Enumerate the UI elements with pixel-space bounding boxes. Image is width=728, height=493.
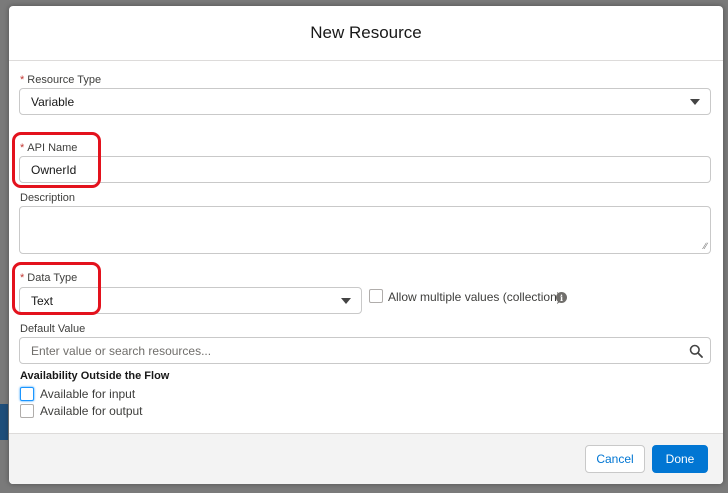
data-type-select[interactable]: Text — [19, 287, 362, 314]
info-icon[interactable]: i — [556, 292, 567, 303]
new-resource-modal: New Resource * Resource Type Variable * AP… — [9, 6, 723, 484]
modal-footer: Cancel Done — [9, 433, 723, 484]
default-value-search-input[interactable]: Enter value or search resources... — [19, 337, 711, 364]
modal-header: New Resource — [9, 6, 723, 61]
api-name-value: OwnerId — [31, 162, 77, 177]
chevron-down-icon — [341, 298, 351, 304]
data-type-label: * Data Type — [20, 272, 77, 284]
available-for-output-checkbox[interactable] — [20, 404, 34, 418]
default-value-label-text: Default Value — [20, 323, 86, 335]
resource-type-label-text: Resource Type — [27, 74, 102, 86]
data-type-value: Text — [31, 293, 54, 308]
resource-type-label: * Resource Type — [20, 74, 101, 86]
availability-section-title: Availability Outside the Flow — [20, 370, 170, 382]
data-type-label-text: Data Type — [27, 272, 78, 284]
allow-multiple-checkbox[interactable] — [369, 289, 383, 303]
resize-handle-icon[interactable]: ∕∕ — [704, 242, 707, 251]
allow-multiple-label: Allow multiple values (collection) — [388, 290, 561, 304]
available-for-input-label: Available for input — [40, 387, 136, 401]
available-for-input-checkbox[interactable] — [20, 387, 34, 401]
required-marker: * — [20, 142, 25, 154]
description-label-text: Description — [20, 192, 76, 204]
default-value-label: Default Value — [20, 323, 85, 335]
resource-type-select[interactable]: Variable — [19, 88, 711, 115]
modal-title: New Resource — [310, 23, 422, 42]
available-for-output-label: Available for output — [40, 404, 143, 418]
api-name-input[interactable]: OwnerId — [19, 156, 711, 183]
cancel-button[interactable]: Cancel — [585, 445, 645, 473]
default-value-placeholder: Enter value or search resources... — [31, 343, 212, 358]
required-marker: * — [20, 272, 25, 284]
done-button[interactable]: Done — [652, 445, 708, 473]
background-stripe — [0, 404, 8, 440]
search-icon[interactable] — [689, 344, 703, 358]
chevron-down-icon — [690, 99, 700, 105]
resource-type-value: Variable — [31, 94, 75, 109]
api-name-label: * API Name — [20, 142, 77, 154]
api-name-label-text: API Name — [27, 142, 78, 154]
description-label: Description — [20, 192, 75, 204]
required-marker: * — [20, 74, 25, 86]
description-textarea[interactable]: ∕∕ — [19, 206, 711, 254]
